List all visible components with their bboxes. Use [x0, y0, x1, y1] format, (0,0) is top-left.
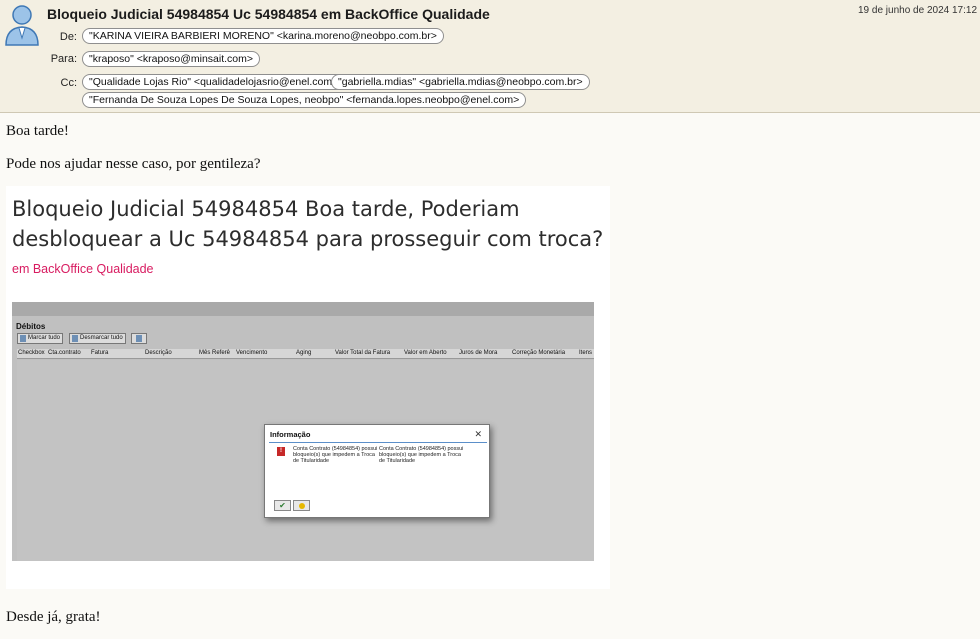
- cc-address-chip[interactable]: "gabriella.mdias" <gabriella.mdias@neobp…: [331, 74, 590, 90]
- column-header: Valor em Aberto: [404, 350, 447, 356]
- checkbox-icon: [20, 335, 26, 342]
- column-header: Descrição: [145, 350, 172, 356]
- error-icon: !: [277, 447, 285, 456]
- greeting-text: Boa tarde!: [6, 123, 69, 139]
- to-label: Para:: [50, 53, 77, 65]
- request-text: Pode nos ajudar nesse caso, por gentilez…: [6, 156, 261, 172]
- email-header: Bloqueio Judicial 54984854 Uc 54984854 e…: [0, 0, 980, 113]
- unmark-all-button: Desmarcar tudo: [69, 333, 126, 344]
- column-header: Checkbox: [18, 350, 45, 356]
- export-button: [131, 333, 147, 344]
- column-header: Itens: [579, 350, 593, 356]
- column-header: Vencimento: [236, 350, 268, 356]
- embedded-card: Bloqueio Judicial 54984854 Boa tarde, Po…: [6, 186, 610, 589]
- dialog-title: Informação: [270, 430, 311, 439]
- sap-grid-header: Checkbox Cta.contrato Fatura Descrição M…: [17, 349, 594, 359]
- help-button: [293, 500, 310, 511]
- mark-all-label: Marcar tudo: [28, 335, 61, 341]
- from-label: De:: [59, 31, 77, 43]
- cc-label: Cc:: [60, 77, 78, 89]
- column-header: Mês Referê: [199, 350, 231, 356]
- info-dialog: Informação ✕ ! Conta Contrato (54984854)…: [264, 424, 490, 518]
- column-header: Correção Monetária: [512, 350, 566, 356]
- sap-screenshot: Débitos Marcar tudo Desmarcar tudo Check…: [12, 302, 594, 561]
- cc-address-chip[interactable]: "Qualidade Lojas Rio" <qualidadelojasrio…: [82, 74, 346, 90]
- column-header: Juros de Mora: [459, 350, 498, 356]
- closing-text: Desde já, grata!: [6, 609, 101, 625]
- from-address-chip[interactable]: "KARINA VIEIRA BARBIERI MORENO" <karina.…: [82, 28, 444, 44]
- checkmark-icon: ✔: [274, 500, 291, 511]
- dialog-message: Conta Contrato (54984854) possui bloquei…: [293, 446, 378, 464]
- email-date: 19 de junho de 2024 17:12: [858, 5, 977, 16]
- card-title: Bloqueio Judicial 54984854 Boa tarde, Po…: [12, 197, 604, 251]
- cc-address-chip[interactable]: "Fernanda De Souza Lopes De Souza Lopes,…: [82, 92, 527, 108]
- column-header: Fatura: [91, 350, 109, 356]
- to-address-chip[interactable]: "kraposo" <kraposo@minsait.com>: [82, 51, 261, 67]
- dialog-divider: [269, 442, 487, 443]
- column-header: Aging: [296, 350, 312, 356]
- card-subtitle: em BackOffice Qualidade: [12, 262, 154, 276]
- export-icon: [136, 335, 142, 342]
- column-header: Valor Total da Fatura: [335, 350, 391, 356]
- mark-all-button: Marcar tudo: [17, 333, 64, 344]
- unmark-all-label: Desmarcar tudo: [80, 335, 123, 341]
- help-icon: [299, 503, 305, 509]
- user-avatar-icon: [5, 5, 39, 46]
- checkbox-icon: [72, 335, 78, 342]
- dialog-message: Conta Contrato (54984854) possui bloquei…: [379, 446, 464, 464]
- column-header: Cta.contrato: [48, 350, 81, 356]
- sap-panel-title: Débitos: [16, 322, 46, 331]
- close-icon: ✕: [474, 429, 482, 439]
- email-subject: Bloqueio Judicial 54984854 Uc 54984854 e…: [47, 6, 490, 22]
